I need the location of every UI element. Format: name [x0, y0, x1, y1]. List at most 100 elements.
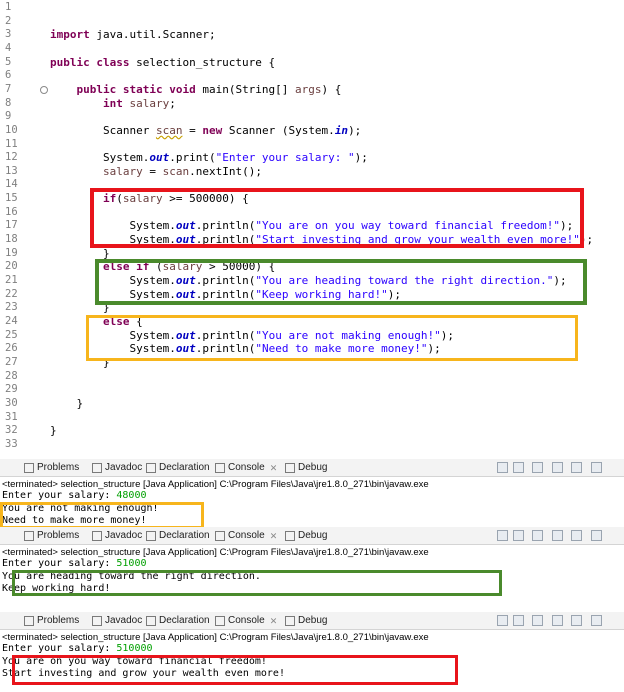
tab-problems[interactable]: Problems	[24, 461, 79, 475]
close-icon[interactable]: ✕	[270, 461, 278, 475]
tab-label: Declaration	[159, 462, 210, 473]
tab-declaration[interactable]: Declaration	[146, 461, 210, 475]
code-token: scan	[162, 164, 190, 178]
code-token: scan	[155, 123, 183, 137]
code-line: 33	[0, 437, 624, 452]
console-status: <terminated> selection_structure [Java A…	[2, 479, 429, 490]
code-token: );	[348, 123, 362, 137]
tab-label: Console	[228, 462, 265, 473]
problems-icon	[24, 463, 34, 473]
console-toolbar-icon[interactable]	[591, 615, 602, 626]
console-prompt-line: Enter your salary: 48000	[2, 490, 147, 502]
output-highlight	[0, 502, 204, 529]
code-token: salary	[129, 96, 170, 110]
console-panel: Problems Javadoc Declaration Console ✕ Debug <…	[0, 459, 624, 529]
close-icon[interactable]: ✕	[270, 614, 278, 628]
tab-label: Javadoc	[105, 615, 143, 626]
tab-javadoc[interactable]: Javadoc	[92, 529, 142, 543]
console-status: <terminated> selection_structure [Java A…	[2, 547, 429, 558]
javadoc-icon	[92, 531, 102, 541]
console-toolbar-icon[interactable]	[571, 615, 582, 626]
code-token: =	[182, 123, 203, 137]
console-input: 510000	[116, 643, 153, 654]
console-toolbar-icon[interactable]	[497, 615, 508, 626]
view-tabs: Problems Javadoc Declaration Console ✕ Debug	[0, 459, 624, 477]
tab-problems[interactable]: Problems	[24, 529, 79, 543]
console-icon	[215, 463, 225, 473]
tab-label: Problems	[37, 462, 80, 473]
line-number: 33	[5, 437, 18, 450]
debug-icon	[285, 463, 295, 473]
javadoc-icon	[92, 616, 102, 626]
code-token: main(String[]	[202, 82, 296, 96]
tab-label: Debug	[298, 530, 328, 541]
console-toolbar-icon[interactable]	[571, 530, 582, 541]
code-token: in	[334, 123, 349, 137]
tab-label: Problems	[37, 530, 80, 541]
console-toolbar-icon[interactable]	[532, 462, 543, 473]
console-toolbar-icon[interactable]	[591, 462, 602, 473]
console-prompt: Enter your salary:	[2, 643, 117, 654]
tab-label: Declaration	[159, 615, 210, 626]
code-token: out	[149, 151, 170, 165]
console-icon	[215, 531, 225, 541]
tab-console[interactable]: Console ✕	[215, 461, 277, 475]
view-tabs: Problems Javadoc Declaration Console ✕ Debug	[0, 527, 624, 545]
console-status: <terminated> selection_structure [Java A…	[2, 632, 429, 643]
code-token: import	[50, 28, 97, 42]
console-toolbar-icon[interactable]	[532, 615, 543, 626]
code-token: "Enter your salary: "	[215, 151, 355, 165]
code-token: salary	[102, 164, 143, 178]
tab-label: Javadoc	[105, 462, 143, 473]
fold-toggle-icon[interactable]	[40, 85, 48, 94]
console-toolbar-icon[interactable]	[513, 615, 524, 626]
console-prompt: Enter your salary:	[2, 490, 117, 501]
javadoc-icon	[92, 463, 102, 473]
console-prompt: Enter your salary:	[2, 558, 117, 569]
code-token: public class	[50, 55, 137, 69]
tab-label: Debug	[298, 462, 328, 473]
problems-icon	[24, 616, 34, 626]
code-token: }	[50, 246, 110, 260]
tab-declaration[interactable]: Declaration	[146, 529, 210, 543]
code-token: ) {	[321, 82, 342, 96]
console-input: 51000	[116, 558, 147, 569]
tab-debug[interactable]: Debug	[285, 461, 327, 475]
console-toolbar-icon[interactable]	[591, 530, 602, 541]
code-token: System.	[50, 151, 150, 165]
console-toolbar-icon[interactable]	[497, 530, 508, 541]
tab-problems[interactable]: Problems	[24, 614, 79, 628]
tab-debug[interactable]: Debug	[285, 614, 327, 628]
tab-javadoc[interactable]: Javadoc	[92, 461, 142, 475]
code-token: .print(	[169, 151, 216, 165]
console-toolbar-icon[interactable]	[497, 462, 508, 473]
debug-icon	[285, 616, 295, 626]
console-toolbar-icon[interactable]	[552, 615, 563, 626]
tab-console[interactable]: Console ✕	[215, 529, 277, 543]
console-toolbar-icon[interactable]	[513, 530, 524, 541]
code-token: int	[50, 96, 130, 110]
tab-declaration[interactable]: Declaration	[146, 614, 210, 628]
close-icon[interactable]: ✕	[270, 529, 278, 543]
console-toolbar-icon[interactable]	[552, 530, 563, 541]
console-panel: Problems Javadoc Declaration Console ✕ Debug <…	[0, 527, 624, 607]
code-token: args	[295, 82, 322, 96]
tab-label: Javadoc	[105, 530, 143, 541]
code-token: ;	[169, 96, 176, 110]
tab-label: Debug	[298, 615, 328, 626]
tab-javadoc[interactable]: Javadoc	[92, 614, 142, 628]
code-token: Scanner (System.	[228, 123, 335, 137]
console-toolbar-icon[interactable]	[513, 462, 524, 473]
code-token: }	[50, 424, 57, 438]
highlight-else-block	[86, 315, 578, 361]
console-toolbar-icon[interactable]	[571, 462, 582, 473]
tab-console[interactable]: Console ✕	[215, 614, 277, 628]
tab-debug[interactable]: Debug	[285, 529, 327, 543]
tab-label: Declaration	[159, 530, 210, 541]
code-token: new	[202, 123, 229, 137]
code-token: selection_structure {	[136, 55, 276, 69]
console-toolbar-icon[interactable]	[552, 462, 563, 473]
code-token: public static void	[50, 82, 203, 96]
console-toolbar-icon[interactable]	[532, 530, 543, 541]
